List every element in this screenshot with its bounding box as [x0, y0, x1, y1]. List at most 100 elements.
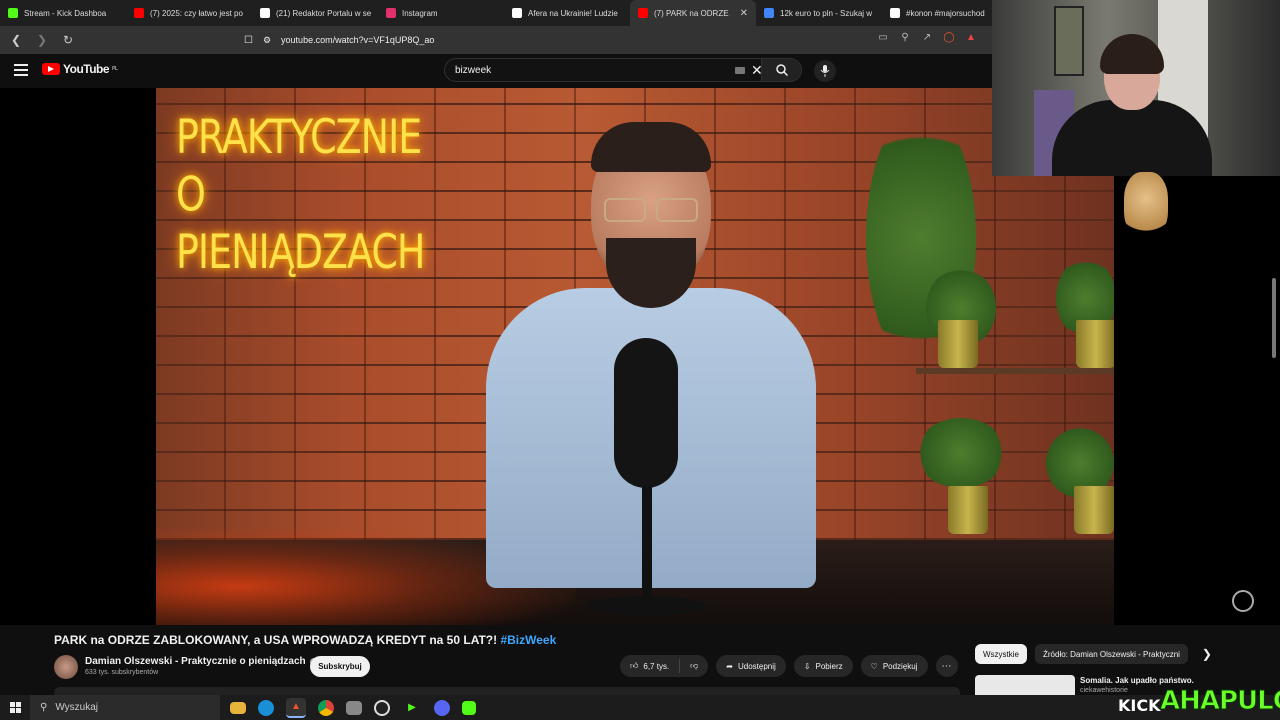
- youtube-logo-text: YouTube: [63, 62, 110, 76]
- zoom-icon[interactable]: ⚲: [898, 30, 912, 44]
- youtube-header: YouTube PL bizweek ✕: [0, 54, 992, 88]
- search-input[interactable]: bizweek ✕: [444, 58, 802, 82]
- browser-tab[interactable]: 12k euro to pln - Szukaj w: [756, 0, 882, 26]
- screen: Stream - Kick Dashboa (7) 2025: czy łatwo…: [0, 0, 1280, 720]
- dog-mascot-icon: [1124, 172, 1168, 238]
- thanks-label: Podziękuj: [882, 661, 918, 671]
- channel-avatar[interactable]: [54, 655, 78, 679]
- hashtag-link[interactable]: #BizWeek: [500, 633, 556, 647]
- shelf: [916, 368, 1114, 374]
- google-icon: [764, 8, 774, 18]
- thanks-button[interactable]: ♡ Podziękuj: [860, 655, 928, 677]
- close-tab-icon[interactable]: ✕: [740, 8, 748, 19]
- site-info-icon[interactable]: ⚙: [263, 35, 271, 46]
- taskbar-search[interactable]: ⚲ Wyszukaj: [30, 695, 220, 720]
- search-icon: [775, 64, 788, 76]
- bookmark-icon[interactable]: ☐: [244, 35, 253, 46]
- url-text[interactable]: youtube.com/watch?v=VF1qUP8Q_ao: [281, 35, 434, 45]
- browser-tab[interactable]: (7) PARK na ODRZE ✕: [630, 0, 756, 26]
- pot: [938, 320, 978, 368]
- like-count: 6,7 tys.: [643, 661, 670, 671]
- voice-search-button[interactable]: [814, 60, 836, 82]
- scrollbar-thumb[interactable]: [1272, 278, 1276, 358]
- taskbar-search-placeholder: Wyszukaj: [55, 702, 99, 713]
- recommendation-chips: Wszystkie Źródło: Damian Olszewski - Pra…: [975, 644, 1212, 664]
- chevron-right-icon[interactable]: ❯: [1202, 647, 1212, 661]
- channel-name[interactable]: Damian Olszewski - Praktycznie o pieniąd…: [85, 656, 318, 667]
- share-page-icon[interactable]: ↗: [920, 30, 934, 44]
- browser-tab[interactable]: (7) 2025: czy łatwo jest po: [126, 0, 252, 26]
- dislike-button[interactable]: 👎︎: [680, 655, 708, 677]
- chrome-icon[interactable]: [318, 699, 334, 716]
- menu-icon[interactable]: [14, 64, 28, 76]
- download-label: Pobierz: [815, 661, 843, 671]
- like-button[interactable]: 👍︎ 6,7 tys.: [620, 655, 679, 677]
- tiktok-icon: [890, 8, 900, 18]
- chip-all[interactable]: Wszystkie: [975, 644, 1027, 664]
- back-icon[interactable]: ❮: [6, 30, 26, 50]
- download-icon: ⇩: [803, 661, 811, 671]
- browser-tab[interactable]: Stream - Kick Dashboa: [0, 0, 126, 26]
- screen-cast-icon[interactable]: ▭: [876, 30, 890, 44]
- keyboard-icon[interactable]: [735, 67, 745, 74]
- file-explorer-icon[interactable]: [230, 701, 246, 714]
- recommended-channel[interactable]: ciekawehistorie: [1080, 687, 1128, 694]
- subscriber-count: 633 tys. subskrybentów: [85, 669, 159, 676]
- app-icon[interactable]: [346, 700, 362, 715]
- webcam-overlay: [992, 0, 1280, 176]
- reload-icon[interactable]: ↻: [58, 30, 78, 50]
- pot: [1074, 486, 1114, 534]
- browser-tab-title: 12k euro to pln - Szukaj w: [780, 8, 873, 18]
- channel-name-text: Damian Olszewski - Praktycznie o pieniąd…: [85, 656, 306, 667]
- kick-watermark: KICK: [1118, 696, 1161, 715]
- browser-tab-title: (7) 2025: czy łatwo jest po: [150, 8, 243, 18]
- obs-icon[interactable]: [374, 699, 390, 716]
- youtube-logo[interactable]: YouTube PL: [42, 62, 118, 76]
- description-box[interactable]: [54, 687, 960, 695]
- start-button[interactable]: [0, 695, 30, 720]
- browser-tab-title: #konon #majorsuchod: [906, 8, 985, 18]
- presenter-hair: [591, 122, 711, 172]
- chip-source-channel[interactable]: Źródło: Damian Olszewski - Praktyczni: [1035, 644, 1188, 664]
- windows-taskbar: ⚲ Wyszukaj ▲ ▶: [0, 695, 1280, 720]
- download-button[interactable]: ⇩ Pobierz: [793, 655, 853, 677]
- share-icon: ➦: [726, 661, 733, 671]
- x-icon: [260, 8, 270, 18]
- studio-microphone: [614, 338, 678, 488]
- chat-app-icon[interactable]: [462, 700, 476, 715]
- kick-app-icon[interactable]: ▶: [402, 698, 422, 718]
- thumbs-down-icon: 👎︎: [690, 661, 699, 670]
- search-icon: ⚲: [40, 702, 48, 713]
- pot: [1076, 320, 1114, 368]
- presenter-glasses: [604, 198, 698, 224]
- brave-icon[interactable]: ▲: [286, 697, 306, 718]
- brave-shield-icon[interactable]: ◯: [942, 30, 956, 44]
- forward-icon[interactable]: ❯: [32, 30, 52, 50]
- video-frame: PRAKTYCZNIE O PIENIĄDZACH: [156, 88, 1114, 625]
- browser-tab[interactable]: #konon #majorsuchod: [882, 0, 1008, 26]
- like-dislike-group: 👍︎ 6,7 tys. 👎︎: [620, 655, 709, 677]
- wall-poster: [1054, 6, 1084, 76]
- search-button[interactable]: [761, 59, 801, 81]
- youtube-icon: [134, 8, 144, 18]
- browser-tab[interactable]: (21) Redaktor Portalu w se: [252, 0, 378, 26]
- brave-rewards-icon[interactable]: ▲: [964, 30, 978, 44]
- discord-icon[interactable]: [434, 699, 450, 716]
- windows-icon: [9, 702, 21, 713]
- channel-watermark-icon[interactable]: [1232, 590, 1254, 612]
- browser-tab-title: (21) Redaktor Portalu w se: [276, 8, 372, 18]
- streamer-logo: AHAPULCO: [1160, 686, 1280, 717]
- share-button[interactable]: ➦ Udostępnij: [716, 655, 786, 677]
- browser-tab-title: (7) PARK na ODRZE: [654, 8, 729, 18]
- edge-icon[interactable]: [258, 699, 274, 716]
- taskbar-apps: ▲ ▶: [230, 697, 476, 718]
- recommended-thumbnail[interactable]: [975, 675, 1075, 695]
- more-actions-icon[interactable]: ⋯: [935, 655, 958, 677]
- recommended-title[interactable]: Somalia. Jak upadło państwo.: [1080, 676, 1194, 685]
- microphone-icon: [820, 65, 830, 77]
- browser-tab[interactable]: Instagram: [378, 0, 504, 26]
- neon-sign: PRAKTYCZNIE O PIENIĄDZACH: [176, 108, 446, 281]
- plant: [916, 418, 1006, 488]
- subscribe-button[interactable]: Subskrybuj: [310, 656, 370, 677]
- browser-tab[interactable]: Afera na Ukrainie! Ludzie: [504, 0, 630, 26]
